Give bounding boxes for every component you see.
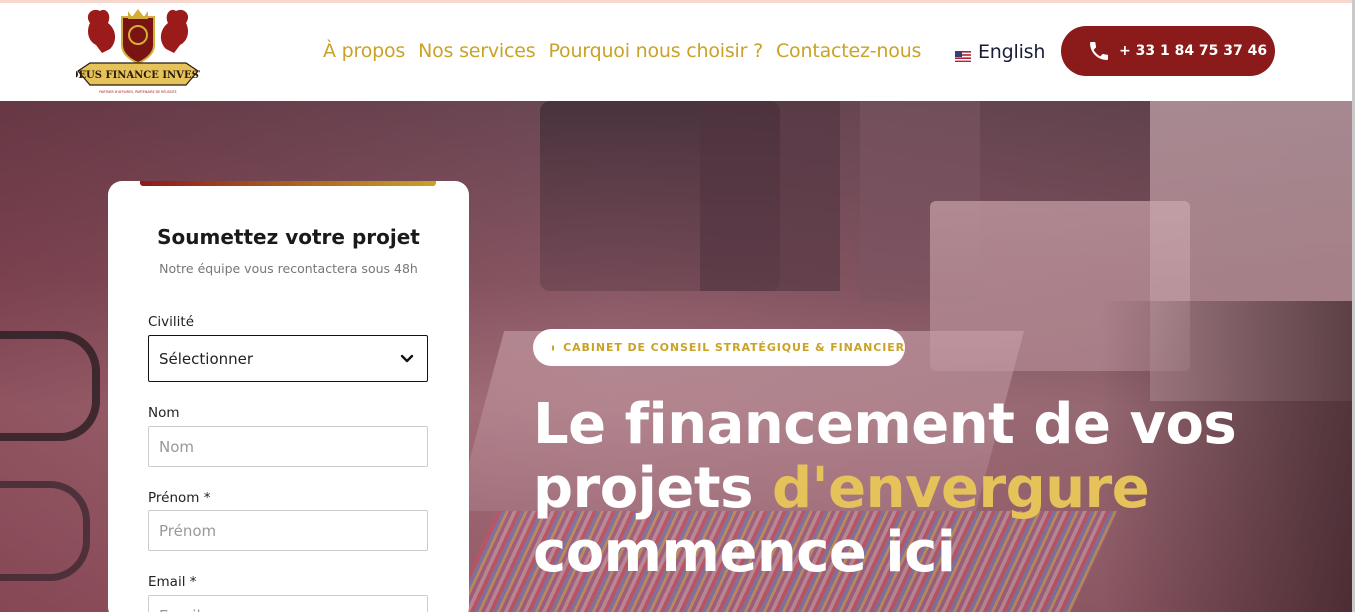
us-flag-icon [955, 47, 971, 62]
nom-input[interactable]: Nom [148, 426, 428, 467]
phone-number: + 33 1 84 75 37 46 [1119, 43, 1268, 59]
nav-link-contactez-nous[interactable]: Contactez-nous [776, 40, 921, 62]
nav-link-pourquoi-nous-choisir[interactable]: Pourquoi nous choisir ? [548, 40, 763, 62]
phone-icon [1090, 42, 1108, 60]
email-label: Email * [148, 574, 197, 590]
civilite-selected-value: Sélectionner [159, 349, 254, 368]
email-input[interactable]: Email [148, 595, 428, 612]
nom-label: Nom [148, 405, 180, 421]
hero-badge: CABINET DE CONSEIL STRATÉGIQUE & FINANCI… [533, 329, 905, 366]
background-glasses [0, 331, 100, 441]
headline-line-3: commence ici [533, 520, 956, 585]
background-figure [700, 101, 840, 291]
background-glasses [0, 481, 90, 581]
prenom-label: Prénom * [148, 490, 211, 506]
logo-text: DEUS FINANCE INVEST [76, 70, 200, 81]
hero-badge-label: CABINET DE CONSEIL STRATÉGIQUE & FINANCI… [563, 341, 905, 354]
language-label: English [978, 41, 1046, 63]
site-header: DEUS FINANCE INVEST PARTNER D'AFFAIRES, … [0, 3, 1355, 101]
nav-link-a-propos[interactable]: À propos [323, 40, 405, 62]
nav-link-nos-services[interactable]: Nos services [418, 40, 536, 62]
prenom-input[interactable]: Prénom [148, 510, 428, 551]
project-submission-form: Soumettez votre projet Notre équipe vous… [108, 181, 469, 612]
chevron-down-icon [400, 354, 414, 363]
civilite-select[interactable]: Sélectionner [148, 335, 428, 382]
phone-call-button[interactable]: + 33 1 84 75 37 46 [1061, 26, 1275, 76]
form-title: Soumettez votre projet [157, 225, 420, 249]
card-accent-bar [140, 181, 436, 186]
form-subtitle: Notre équipe vous recontactera sous 48h [159, 261, 418, 276]
headline-accent: d'envergure [771, 456, 1150, 521]
main-nav: À propos Nos services Pourquoi nous choi… [323, 40, 934, 62]
headline-line-1: Le financement de vos [533, 392, 1237, 457]
headline-line-2: projets [533, 456, 772, 521]
language-switcher[interactable]: English [955, 41, 1045, 63]
badge-dot-icon [552, 344, 555, 351]
hero-headline: Le financement de vos projets d'envergur… [533, 393, 1293, 585]
company-logo[interactable]: DEUS FINANCE INVEST PARTNER D'AFFAIRES, … [70, 5, 207, 95]
logo-tagline: PARTNER D'AFFAIRES, PARTENAIRE DE RÉUSSI… [99, 89, 176, 94]
civilite-label: Civilité [148, 314, 195, 330]
